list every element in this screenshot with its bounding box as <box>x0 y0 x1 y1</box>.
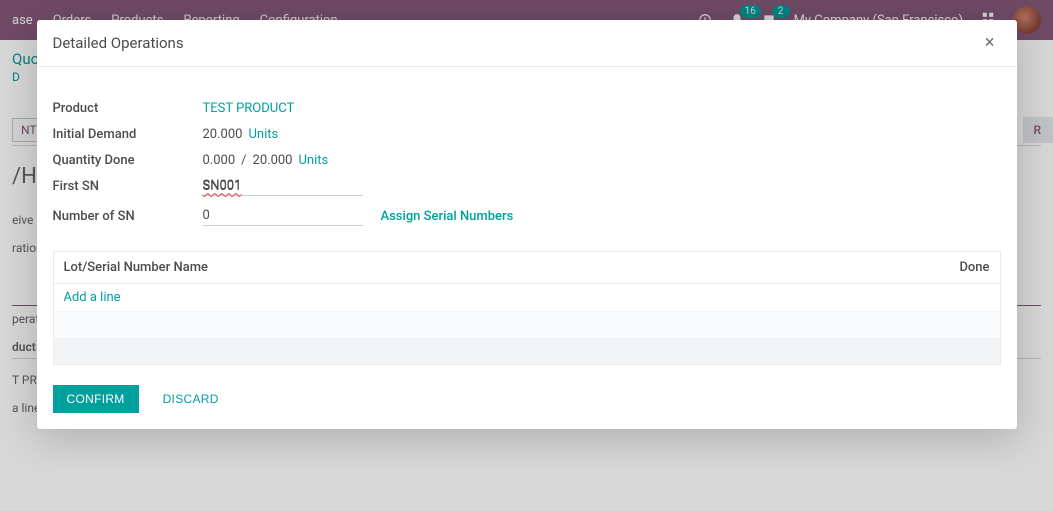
quantity-done-total: 20.000 <box>253 153 293 168</box>
discard-button[interactable]: DISCARD <box>155 385 227 413</box>
modal-title: Detailed Operations <box>53 34 184 52</box>
column-header-name: Lot/Serial Number Name <box>64 260 930 275</box>
quantity-done-label: Quantity Done <box>53 153 203 168</box>
add-a-line-link[interactable]: Add a line <box>64 290 121 305</box>
detailed-operations-modal: Detailed Operations × Product TEST PRODU… <box>37 20 1017 429</box>
assign-serial-numbers-link[interactable]: Assign Serial Numbers <box>381 209 514 224</box>
product-value-link[interactable]: TEST PRODUCT <box>203 101 295 116</box>
serial-numbers-table: Lot/Serial Number Name Done Add a line <box>53 251 1001 365</box>
confirm-button[interactable]: CONFIRM <box>53 385 139 413</box>
number-of-sn-input[interactable] <box>203 206 363 226</box>
product-label: Product <box>53 101 203 116</box>
first-sn-input[interactable] <box>203 176 363 196</box>
quantity-done-separator: / <box>241 153 246 168</box>
close-icon[interactable]: × <box>979 32 1001 54</box>
initial-demand-unit[interactable]: Units <box>248 127 278 142</box>
initial-demand-value: 20.000 <box>203 127 243 142</box>
initial-demand-label: Initial Demand <box>53 127 203 142</box>
table-footer-row <box>54 338 1000 364</box>
column-header-done: Done <box>930 260 990 275</box>
quantity-done-unit[interactable]: Units <box>299 153 329 168</box>
first-sn-label: First SN <box>53 179 203 194</box>
quantity-done-value: 0.000 <box>203 153 236 168</box>
table-blank-row <box>54 312 1000 338</box>
number-of-sn-label: Number of SN <box>53 209 203 224</box>
